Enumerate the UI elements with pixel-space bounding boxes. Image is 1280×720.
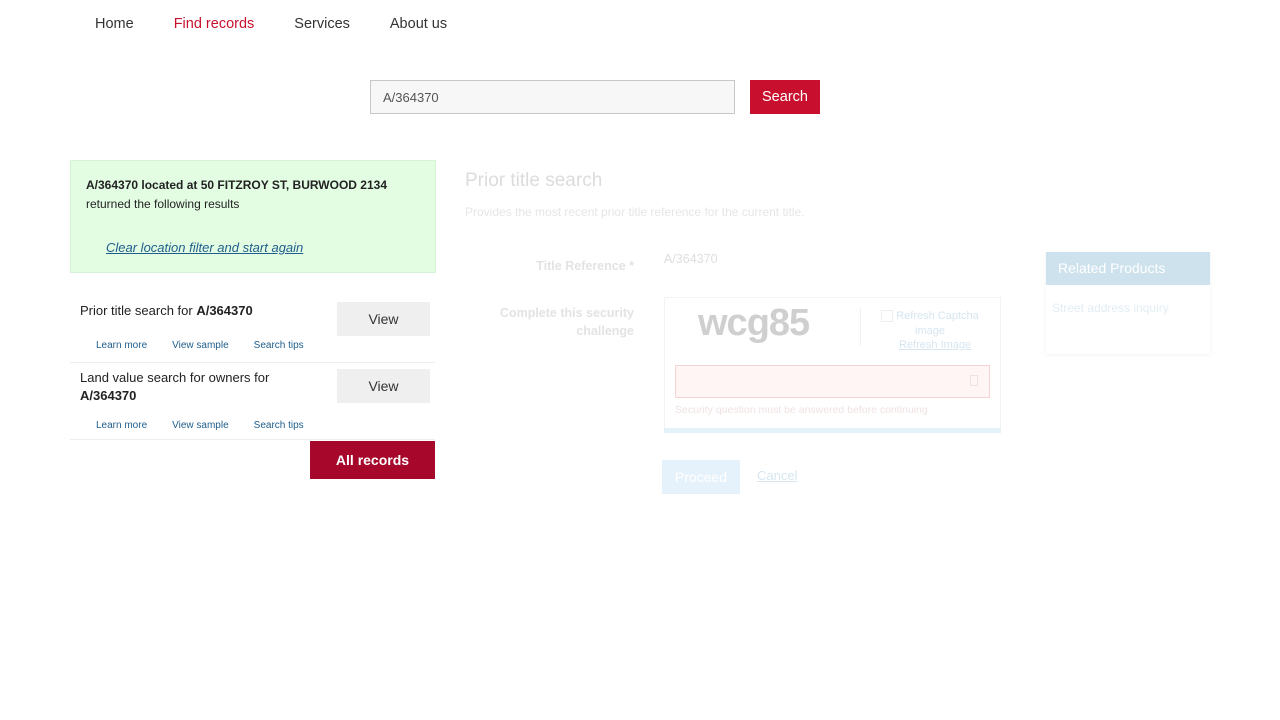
product-title: Prior title search (465, 170, 603, 191)
top-nav: Home Find records Services About us (95, 15, 487, 33)
captcha-progress-bar (664, 428, 1001, 433)
result-item-land-value: Land value search for owners for A/36437… (70, 363, 435, 440)
result-links: Learn more View sample Search tips (96, 420, 329, 431)
result-title-ref: A/364370 (80, 388, 137, 403)
view-button[interactable]: View (337, 369, 430, 403)
captcha-image: wcg85 (698, 302, 810, 344)
security-challenge-label-line1: Complete this security (499, 306, 634, 320)
nav-find-records[interactable]: Find records (174, 15, 255, 33)
captcha-answer-input[interactable] (675, 365, 990, 398)
learn-more-link[interactable]: Learn more (96, 420, 147, 431)
nav-services[interactable]: Services (294, 15, 350, 33)
title-reference-label: Title Reference * (536, 259, 634, 273)
nav-home[interactable]: Home (95, 15, 134, 33)
nav-about-us[interactable]: About us (390, 15, 447, 33)
search-button[interactable]: Search (750, 80, 820, 114)
all-records-button[interactable]: All records (310, 441, 435, 479)
captcha-box: wcg85 Refresh Captcha image Refresh Imag… (664, 297, 1001, 433)
refresh-captcha-alt-line1: Refresh Captcha (896, 310, 979, 322)
related-products-panel: Related Products Street address inquiry (1046, 252, 1210, 354)
security-challenge-label: Complete this security challenge (470, 304, 634, 340)
result-title-ref: A/364370 (196, 303, 253, 318)
search-input[interactable] (370, 80, 735, 114)
result-item-prior-title: Prior title search for A/364370 View Lea… (70, 293, 435, 363)
view-sample-link[interactable]: View sample (172, 340, 229, 351)
result-title-text: Prior title search for (80, 303, 197, 318)
product-description: Provides the most recent prior title ref… (465, 205, 805, 219)
title-reference-value: A/364370 (664, 252, 718, 266)
refresh-image-link[interactable]: Refresh Image (899, 339, 971, 351)
learn-more-link[interactable]: Learn more (96, 340, 147, 351)
related-products-heading: Related Products (1046, 252, 1210, 285)
view-sample-link[interactable]: View sample (172, 420, 229, 431)
cancel-link[interactable]: Cancel (757, 468, 797, 483)
result-title-text: Land value search for owners for (80, 370, 270, 385)
input-lock-icon (970, 375, 978, 386)
refresh-captcha-image[interactable]: Refresh Captcha image (875, 309, 985, 339)
search-tips-link[interactable]: Search tips (254, 340, 304, 351)
result-links: Learn more View sample Search tips (96, 340, 329, 351)
view-button[interactable]: View (337, 302, 430, 336)
location-summary: A/364370 located at 50 FITZROY ST, BURWO… (86, 178, 387, 192)
result-title: Prior title search for A/364370 (80, 302, 320, 320)
refresh-captcha-alt-line2: image (915, 325, 945, 337)
search-tips-link[interactable]: Search tips (254, 420, 304, 431)
proceed-button[interactable]: Proceed (662, 460, 740, 494)
security-challenge-label-line2: challenge (576, 324, 634, 338)
broken-image-icon (881, 310, 894, 323)
related-product-link[interactable]: Street address inquiry (1046, 285, 1210, 331)
result-title: Land value search for owners for A/36437… (80, 369, 320, 405)
captcha-divider (860, 308, 861, 346)
clear-location-filter-link[interactable]: Clear location filter and start again (106, 240, 303, 255)
captcha-error-message: Security question must be answered befor… (675, 404, 928, 416)
location-filter-box: A/364370 located at 50 FITZROY ST, BURWO… (70, 160, 436, 273)
location-summary-sub: returned the following results (86, 197, 240, 211)
